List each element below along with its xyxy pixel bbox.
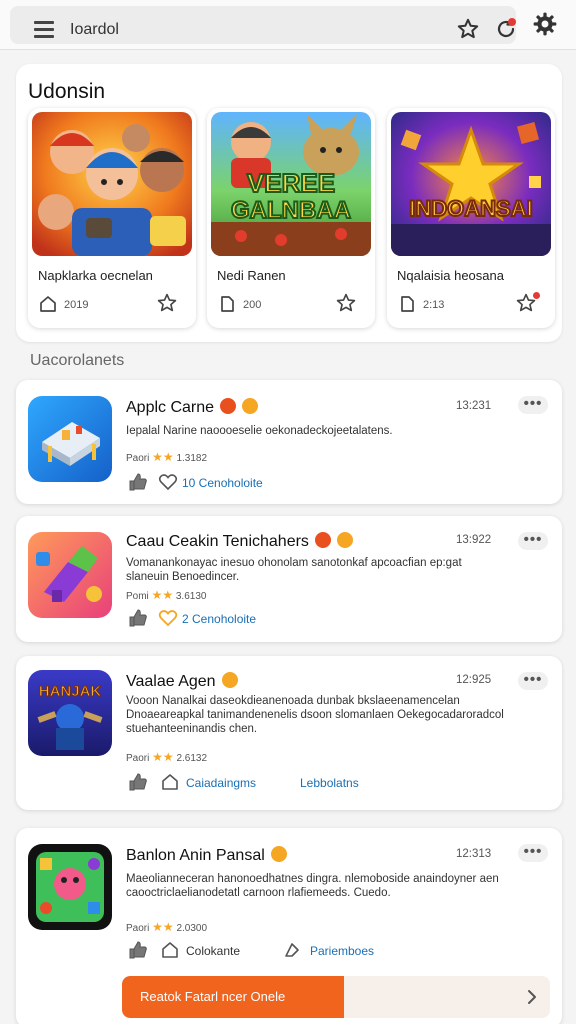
app-icon	[28, 844, 112, 930]
list-item-rating: Paori ★★ 2.0300	[126, 920, 208, 934]
rating-stars: ★★	[152, 450, 174, 464]
home-icon	[40, 296, 56, 312]
like-button[interactable]	[128, 772, 148, 794]
game-thumbnail: INDOANSAI	[391, 112, 551, 256]
featured-card-count: 2:13	[423, 299, 445, 311]
comments-link[interactable]: 10 Cenoholoite	[182, 476, 263, 490]
thumbnail-text: HANJAK	[39, 683, 102, 700]
thumbnail-text: INDOANSAI	[409, 196, 532, 221]
list-item-description: Vomanankonayac inesuo ohonolam sanotonka…	[126, 557, 462, 583]
action-link[interactable]: Colokante	[186, 944, 240, 958]
list-item-title: Caau Ceakin Tenichahers	[126, 532, 353, 551]
star-icon[interactable]	[456, 17, 480, 41]
featured-section: Udonsin Napklarka oecnelan 2019 VEREE GA…	[16, 64, 562, 342]
featured-card-count: 200	[243, 299, 262, 311]
favorite-star-icon[interactable]	[335, 292, 357, 314]
featured-title: Udonsin	[28, 80, 106, 103]
menu-icon[interactable]	[34, 21, 54, 38]
list-item-description: Iepalal Narine naoooeselie oekonadeckoje…	[126, 425, 393, 437]
favorite-star-icon[interactable]	[156, 292, 178, 314]
thumbnail-text: VEREE	[247, 168, 335, 198]
thumbs-up-icon	[129, 609, 147, 627]
favorite-button[interactable]	[158, 608, 178, 630]
featured-card[interactable]: VEREE GALNBAA Nedi Ranen 200	[207, 108, 375, 328]
like-button[interactable]	[128, 472, 148, 494]
cta-button[interactable]: Reatok Fatarl ncer Onele	[122, 976, 344, 1018]
home-icon	[162, 774, 178, 790]
list-item-time: 12:925	[456, 674, 492, 686]
chevron-right-icon[interactable]	[524, 988, 540, 1006]
list-item[interactable]: Caau Ceakin Tenichahers 13:922 ••• Voman…	[16, 516, 562, 642]
more-options-button[interactable]: •••	[518, 396, 548, 414]
more-options-button[interactable]: •••	[518, 844, 548, 862]
premium-badge-icon	[336, 532, 353, 548]
notification-dot	[508, 18, 516, 26]
app-icon	[28, 532, 112, 618]
home-icon	[162, 942, 178, 958]
thumbs-up-icon	[129, 473, 147, 491]
rating-stars: ★★	[151, 588, 174, 602]
action-link[interactable]: Caiadaingms	[186, 776, 256, 790]
more-options-button[interactable]: •••	[518, 532, 548, 550]
verified-badge-icon	[220, 398, 237, 414]
list-item-rating: Paori ★★ 1.3182	[126, 450, 208, 464]
action-link[interactable]: Lebbolatns	[300, 776, 359, 790]
heart-icon	[158, 474, 178, 491]
share-button[interactable]	[160, 772, 180, 794]
list-item[interactable]: Applc Carne 13:231 ••• Iepalal Narine na…	[16, 380, 562, 504]
verified-badge-icon	[314, 532, 331, 548]
list-item-description: Vooon Nanalkai daseokdieanenoada dunbak …	[126, 695, 504, 735]
like-button[interactable]	[128, 940, 148, 962]
game-thumbnail	[32, 112, 192, 256]
favorite-button[interactable]	[158, 472, 178, 494]
list-item-title: Vaalae Agen	[126, 672, 238, 691]
like-button[interactable]	[128, 608, 148, 630]
notification-dot	[533, 292, 540, 299]
featured-card-count: 2019	[64, 299, 89, 311]
share-button[interactable]	[160, 940, 180, 962]
list-item-time: 12:313	[456, 848, 492, 860]
list-item-description: Maeolianneceran hanonoedhatnes dingra. n…	[126, 873, 499, 899]
list-item-time: 13:922	[456, 534, 492, 546]
list-item-time: 13:231	[456, 400, 492, 412]
cta-bar[interactable]: Reatok Fatarl ncer Onele	[122, 976, 550, 1018]
bookmark-button[interactable]	[282, 940, 302, 962]
search-text[interactable]: Ioardol	[70, 21, 119, 39]
action-link[interactable]: Pariemboes	[310, 944, 374, 958]
home-icon	[401, 296, 414, 312]
featured-card[interactable]: Napklarka oecnelan 2019	[28, 108, 196, 328]
search-bar[interactable]: Ioardol	[10, 6, 516, 44]
game-thumbnail: VEREE GALNBAA	[211, 112, 371, 256]
cta-label: Reatok Fatarl ncer Onele	[140, 989, 286, 1004]
featured-card-name: Napklarka oecnelan	[38, 268, 153, 283]
list-item-title: Applc Carne	[126, 398, 259, 417]
list-item-title: Banlon Anin Pansal	[126, 846, 287, 865]
bookmark-icon	[285, 943, 299, 957]
list-item-rating: Pomi ★★ 3.6130	[126, 588, 207, 602]
comments-link[interactable]: 2 Cenoholoite	[182, 612, 256, 626]
gear-icon[interactable]	[532, 11, 558, 37]
rating-stars: ★★	[152, 920, 174, 934]
heart-icon	[158, 610, 178, 627]
more-options-button[interactable]: •••	[518, 672, 548, 690]
list-item-rating: Paori ★★ 2.6132	[126, 750, 208, 764]
thumbnail-text: GALNBAA	[231, 197, 351, 224]
featured-card-name: Nedi Ranen	[217, 268, 286, 283]
rating-stars: ★★	[152, 750, 174, 764]
premium-badge-icon	[221, 672, 238, 688]
home-icon	[221, 296, 234, 312]
featured-card-name: Nqalaisia heosana	[397, 268, 504, 283]
premium-badge-icon	[270, 846, 287, 862]
thumbs-up-icon	[129, 941, 147, 959]
section-title: Uacorolanets	[30, 352, 125, 369]
top-bar: Ioardol	[0, 0, 576, 50]
featured-card[interactable]: INDOANSAI Nqalaisia heosana 2:13	[387, 108, 555, 328]
premium-badge-icon	[242, 398, 259, 414]
app-icon: HANJAK	[28, 670, 112, 756]
list-item[interactable]: HANJAK Vaalae Agen 12:925 ••• Vooon Nana…	[16, 656, 562, 810]
app-icon	[28, 396, 112, 482]
thumbs-up-icon	[129, 773, 147, 791]
